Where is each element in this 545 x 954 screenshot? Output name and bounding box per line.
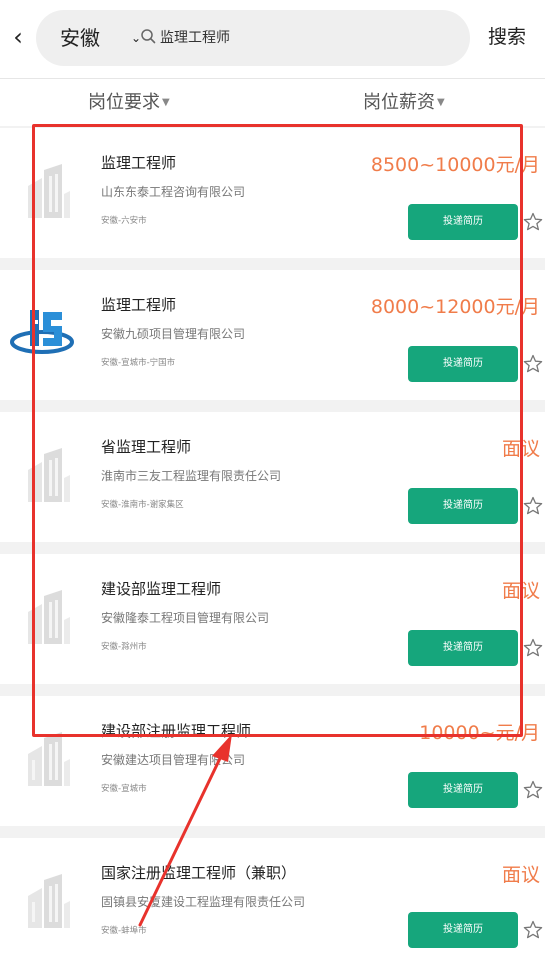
job-title[interactable]: 省监理工程师: [101, 436, 191, 458]
salary: 10000~元/月: [419, 722, 540, 744]
apply-resume-button[interactable]: 投递简历: [408, 772, 518, 808]
job-card[interactable]: 省监理工程师 淮南市三友工程监理有限责任公司 安徽-淮南市-谢家集区 面议 投递…: [0, 412, 545, 542]
city-selector[interactable]: 安徽: [60, 24, 100, 52]
building-placeholder-icon: [28, 874, 70, 928]
caret-down-icon: ▼: [162, 97, 170, 108]
company-name: 安徽隆泰工程项目管理有限公司: [101, 611, 270, 625]
company-name: 淮南市三友工程监理有限责任公司: [101, 469, 282, 483]
job-title[interactable]: 监理工程师: [101, 294, 176, 316]
salary: 8000~12000元/月: [370, 296, 540, 318]
star-icon[interactable]: [523, 638, 543, 658]
caret-down-icon: ▼: [437, 97, 445, 108]
job-card[interactable]: 监理工程师 山东东泰工程咨询有限公司 安徽-六安市 8500~10000元/月 …: [0, 128, 545, 258]
back-button[interactable]: ‹: [6, 22, 30, 52]
salary: 面议: [501, 438, 540, 460]
building-placeholder-icon: [28, 448, 70, 502]
job-title[interactable]: 建设部注册监理工程师: [101, 720, 251, 742]
apply-resume-button[interactable]: 投递简历: [408, 346, 518, 382]
search-button[interactable]: 搜索: [488, 22, 526, 52]
star-icon[interactable]: [523, 354, 543, 374]
filter-salary[interactable]: 岗位薪资 ▼: [363, 89, 445, 117]
salary: 面议: [501, 580, 540, 602]
filter-requirement-label: 岗位要求: [88, 92, 160, 113]
job-location: 安徽-蚌埠市: [101, 926, 147, 936]
job-location: 安徽-宣城市-宁国市: [101, 358, 176, 368]
apply-resume-button[interactable]: 投递简历: [408, 912, 518, 948]
salary: 8500~10000元/月: [370, 154, 540, 176]
search-box[interactable]: 安徽 ⌄ 监理工程师: [36, 10, 470, 66]
company-logo-js: [10, 310, 74, 354]
job-location: 安徽-宣城市: [101, 784, 147, 794]
apply-resume-button[interactable]: 投递简历: [408, 204, 518, 240]
apply-resume-button[interactable]: 投递简历: [408, 488, 518, 524]
star-icon[interactable]: [523, 920, 543, 940]
star-icon[interactable]: [523, 496, 543, 516]
company-name: 固镇县安厦建设工程监理有限责任公司: [101, 895, 306, 909]
job-card[interactable]: 建设部注册监理工程师 安徽建达项目管理有限公司 安徽-宣城市 10000~元/月…: [0, 696, 545, 826]
job-location: 安徽-淮南市-谢家集区: [101, 500, 184, 510]
job-card[interactable]: 建设部监理工程师 安徽隆泰工程项目管理有限公司 安徽-滁州市 面议 投递简历: [0, 554, 545, 684]
job-title[interactable]: 国家注册监理工程师（兼职）: [101, 862, 296, 884]
job-title[interactable]: 建设部监理工程师: [101, 578, 221, 600]
star-icon[interactable]: [523, 212, 543, 232]
building-placeholder-icon: [28, 590, 70, 644]
job-location: 安徽-六安市: [101, 216, 147, 226]
search-input[interactable]: 监理工程师: [160, 27, 230, 49]
job-location: 安徽-滁州市: [101, 642, 147, 652]
filter-requirement[interactable]: 岗位要求 ▼: [88, 89, 170, 117]
apply-resume-button[interactable]: 投递简历: [408, 630, 518, 666]
building-placeholder-icon: [28, 164, 70, 218]
search-icon: [141, 29, 156, 44]
company-name: 山东东泰工程咨询有限公司: [101, 185, 246, 199]
job-card[interactable]: 监理工程师 安徽九硕项目管理有限公司 安徽-宣城市-宁国市 8000~12000…: [0, 270, 545, 400]
company-name: 安徽建达项目管理有限公司: [101, 753, 246, 767]
salary: 面议: [501, 864, 540, 886]
filter-bar: 岗位要求 ▼ 岗位薪资 ▼: [0, 78, 545, 126]
company-name: 安徽九硕项目管理有限公司: [101, 327, 246, 341]
building-placeholder-icon: [28, 732, 70, 786]
top-bar: ‹ 安徽 ⌄ 监理工程师 搜索: [0, 0, 545, 78]
filter-salary-label: 岗位薪资: [363, 92, 435, 113]
job-card[interactable]: 国家注册监理工程师（兼职） 固镇县安厦建设工程监理有限责任公司 安徽-蚌埠市 面…: [0, 838, 545, 954]
star-icon[interactable]: [523, 780, 543, 800]
job-title[interactable]: 监理工程师: [101, 152, 176, 174]
